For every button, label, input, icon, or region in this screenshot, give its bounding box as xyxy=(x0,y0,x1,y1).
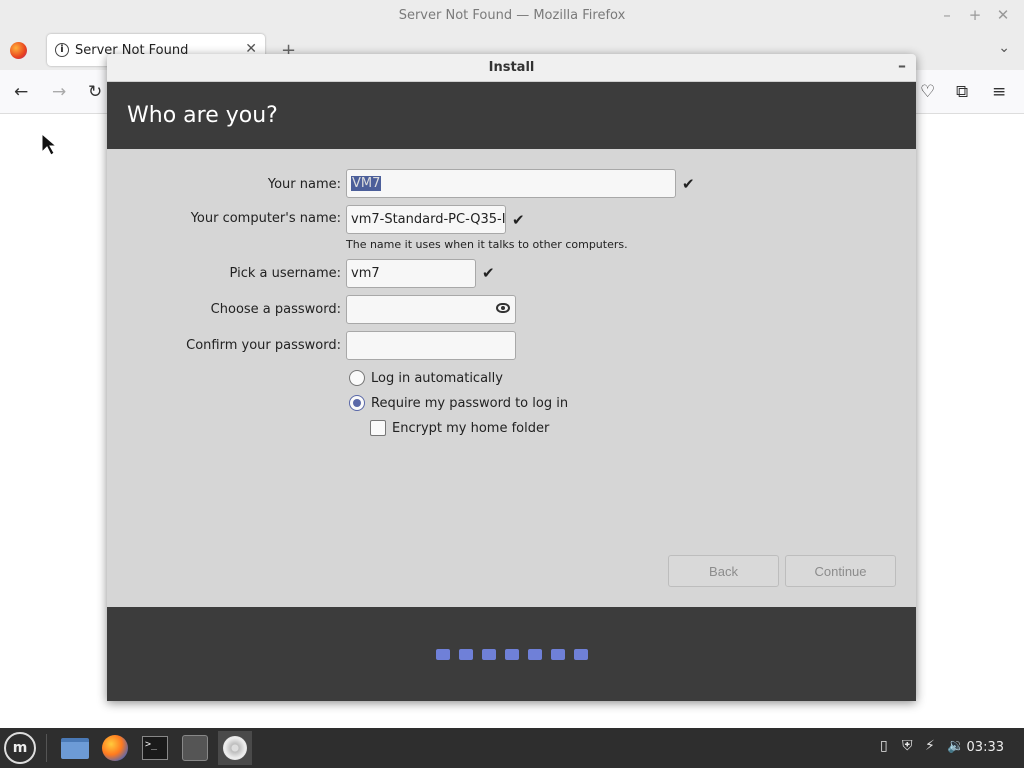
taskbar: m >_ ▯ ⛨ ⚡ 🔉 03:33 xyxy=(0,728,1024,768)
network-icon[interactable]: ⚡ xyxy=(925,738,935,754)
auto-login-option[interactable]: Log in automatically xyxy=(349,370,503,386)
settings-mixer-icon[interactable] xyxy=(180,733,210,763)
confirm-password-input[interactable] xyxy=(346,331,516,360)
computer-name-hint: The name it uses when it talks to other … xyxy=(346,238,628,251)
computer-name-input[interactable]: vm7-Standard-PC-Q35-IC xyxy=(346,205,506,234)
continue-button[interactable]: Continue xyxy=(785,555,896,587)
forward-arrow-icon[interactable]: → xyxy=(52,82,66,102)
computer-name-valid-check-icon: ✔ xyxy=(512,211,525,229)
maximize-icon[interactable]: + xyxy=(964,4,986,26)
installer-titlebar: Install – xyxy=(107,54,916,82)
installer-disc-icon[interactable] xyxy=(218,731,252,765)
minimize-icon[interactable]: – xyxy=(898,56,906,75)
files-folder-icon[interactable] xyxy=(60,733,90,763)
auto-login-radio[interactable] xyxy=(349,370,365,386)
browser-window-title: Server Not Found — Mozilla Firefox xyxy=(398,7,626,23)
computer-name-label: Your computer's name: xyxy=(190,211,341,226)
extensions-icon[interactable]: ⧉ xyxy=(956,82,968,102)
clipboard-icon[interactable]: ▯ xyxy=(880,738,888,754)
info-icon: i xyxy=(55,43,69,57)
installer-title: Install xyxy=(488,60,535,75)
progress-step xyxy=(482,649,496,660)
encrypt-home-option[interactable]: Encrypt my home folder xyxy=(370,420,549,436)
username-value: vm7 xyxy=(351,266,380,281)
back-button[interactable]: Back xyxy=(668,555,779,587)
firefox-icon[interactable] xyxy=(100,733,130,763)
progress-step xyxy=(505,649,519,660)
computer-name-value: vm7-Standard-PC-Q35-IC xyxy=(351,212,506,227)
chevron-down-icon[interactable]: ⌄ xyxy=(998,40,1010,56)
encrypt-home-checkbox[interactable] xyxy=(370,420,386,436)
require-password-label: Require my password to log in xyxy=(371,395,569,411)
progress-indicator xyxy=(436,649,588,660)
password-label: Choose a password: xyxy=(210,302,341,317)
taskbar-separator xyxy=(46,734,47,762)
close-icon[interactable]: ✕ xyxy=(992,4,1014,26)
reload-icon[interactable]: ↻ xyxy=(88,82,102,102)
back-arrow-icon[interactable]: ← xyxy=(14,82,28,102)
installer-window: Install – Who are you? Your name: VM7 ✔ … xyxy=(107,54,916,701)
name-valid-check-icon: ✔ xyxy=(682,175,695,193)
mouse-cursor-icon xyxy=(41,132,58,156)
progress-step xyxy=(459,649,473,660)
installer-header: Who are you? xyxy=(107,82,916,149)
pocket-icon[interactable]: ♡ xyxy=(920,82,935,102)
encrypt-home-label: Encrypt my home folder xyxy=(392,420,550,436)
page-title: Who are you? xyxy=(127,103,278,128)
progress-step xyxy=(551,649,565,660)
minimize-icon[interactable]: – xyxy=(936,4,958,26)
confirm-password-label: Confirm your password: xyxy=(186,338,341,353)
name-input-value: VM7 xyxy=(351,176,382,191)
username-valid-check-icon: ✔ xyxy=(482,264,495,282)
username-label: Pick a username: xyxy=(229,266,341,281)
menu-icon[interactable]: ≡ xyxy=(992,82,1006,102)
username-input[interactable]: vm7 xyxy=(346,259,476,288)
mint-menu-icon[interactable]: m xyxy=(4,732,36,764)
installer-footer xyxy=(107,607,916,701)
progress-step xyxy=(528,649,542,660)
password-input[interactable] xyxy=(346,295,516,324)
name-input[interactable]: VM7 xyxy=(346,169,676,198)
shield-icon[interactable]: ⛨ xyxy=(902,738,913,754)
browser-window-controls: – + ✕ xyxy=(936,4,1014,26)
require-password-radio[interactable] xyxy=(349,395,365,411)
firefox-logo-icon[interactable] xyxy=(10,42,27,59)
browser-titlebar: Server Not Found — Mozilla Firefox – + ✕ xyxy=(0,0,1024,30)
user-form: Your name: VM7 ✔ Your computer's name: v… xyxy=(107,149,916,607)
auto-login-label: Log in automatically xyxy=(371,370,503,386)
clock[interactable]: 03:33 xyxy=(967,740,1004,755)
progress-step xyxy=(574,649,588,660)
progress-step xyxy=(436,649,450,660)
volume-icon[interactable]: 🔉 xyxy=(947,738,964,754)
name-label: Your name: xyxy=(267,177,341,192)
show-password-eye-icon[interactable] xyxy=(496,303,510,313)
require-password-option[interactable]: Require my password to log in xyxy=(349,395,568,411)
terminal-icon[interactable]: >_ xyxy=(140,733,170,763)
